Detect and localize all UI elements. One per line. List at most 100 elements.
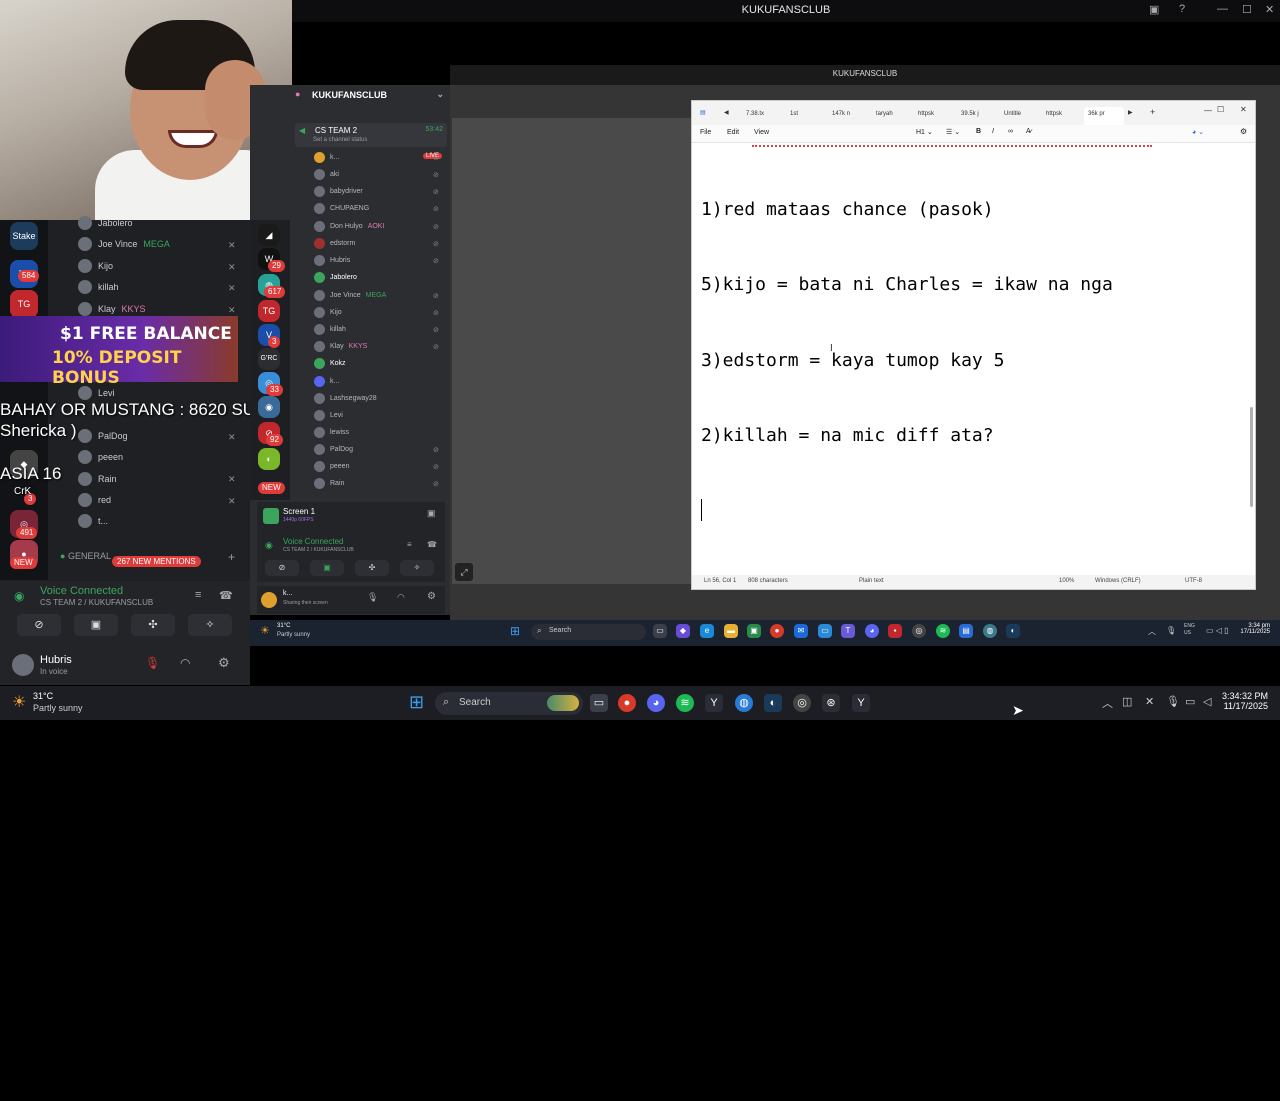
chrome-icon[interactable]: ● [618,694,636,712]
task-view-icon[interactable]: ▭ [653,624,667,638]
mail-icon[interactable]: ✉ [794,624,808,638]
app-icon[interactable]: ◍ [735,694,753,712]
avatar[interactable] [261,592,277,608]
tray-icon[interactable]: ◫ [1122,695,1132,708]
scrollbar-thumb[interactable] [1250,407,1253,507]
member-row[interactable]: killah [78,278,119,296]
copilot-icon[interactable]: ◕ ⌄ [1192,128,1204,136]
server-header[interactable]: ● KUKUFANSCLUB ⌄ [292,85,450,107]
task-view-icon[interactable]: ▭ [590,694,608,712]
notepad-tab[interactable]: 7.38.tx [746,111,764,117]
soundboard-button[interactable]: ✧ [188,614,232,636]
network-icon[interactable]: ▭ ◁ ▯ [1206,626,1229,635]
gear-icon[interactable]: ⚙ [218,655,230,671]
member-row[interactable]: Hubris [314,253,350,267]
voice-channel[interactable]: CS TEAM 2 / KUKUFANSCLUB [40,598,153,607]
notepad-icon[interactable]: ▤ [959,624,973,638]
tab-scroll-left-icon[interactable]: ◀ [724,109,729,116]
search-box[interactable]: ⌕ Search [531,624,646,640]
server-icon[interactable]: ◉ [258,396,280,418]
member-row[interactable]: Don Hulyo AOKI [314,219,384,233]
server-stake[interactable]: Stake [10,222,38,250]
close-button[interactable]: ✕ [1265,3,1274,16]
app-icon[interactable]: ◆ [676,624,690,638]
member-row[interactable]: Joe Vince MEGA [314,288,386,302]
steam-icon[interactable]: ◐ [1006,624,1020,638]
member-row[interactable]: CHUPAENG [314,201,369,215]
app-icon[interactable]: Y [852,694,870,712]
heading-dropdown[interactable]: H1 ⌄ [916,128,933,136]
member-row[interactable]: Rain [78,470,117,488]
app-icon[interactable]: ▭ [818,624,832,638]
maximize-button[interactable]: ☐ [1217,105,1224,114]
spotify-icon[interactable]: ≋ [936,624,950,638]
member-row[interactable]: PalDog [78,427,128,445]
notepad-tab-active[interactable]: 36k pr [1084,107,1124,125]
disconnect-icon[interactable]: ☎ [427,540,437,549]
notepad-tab[interactable]: 1st [790,111,798,117]
close-button[interactable]: ✕ [1240,105,1247,114]
windows-start-icon[interactable]: ⊞ [510,624,520,638]
new-mentions-pill[interactable]: 267 NEW MENTIONS [112,556,201,567]
help-icon[interactable]: ? [1179,3,1185,15]
tray-chevron-icon[interactable]: ︿ [1102,695,1113,711]
clear-format-icon[interactable]: A̷ [1026,128,1031,135]
bold-icon[interactable]: B [976,128,981,135]
member-row[interactable]: aki [314,167,339,181]
server-icon[interactable]: G'RC [258,348,280,370]
gear-icon[interactable]: ⚙ [427,591,436,602]
mic-icon[interactable]: 🎙 [1166,626,1176,635]
promo-banner[interactable]: $1 FREE BALANCE 10% DEPOSIT BONUS [0,316,238,388]
member-row[interactable]: Joe Vince MEGA [78,235,170,253]
member-row[interactable]: peeen [78,448,123,466]
activities-button[interactable]: ✣ [355,560,389,576]
member-row[interactable]: t... [78,512,108,530]
minimize-button[interactable]: — [1204,106,1212,115]
clock[interactable]: 3:34 pm 17/11/2025 [1240,623,1270,635]
app-icon[interactable]: ◎ [793,694,811,712]
member-row[interactable]: Jabolero [314,270,357,284]
menu-view[interactable]: View [754,129,769,136]
minimize-button[interactable]: — [1217,3,1228,15]
mic-icon[interactable]: 🎙 [1166,695,1180,708]
search-box[interactable]: ⌕ Search [435,692,583,715]
screen-share-button[interactable]: ▣ [74,614,118,636]
steam-icon[interactable]: ◐ [764,694,782,712]
windows-start-icon[interactable]: ⊞ [409,692,424,713]
picture-in-picture-icon[interactable]: ▣ [1149,3,1159,16]
notepad-tab[interactable]: taryah [876,111,893,117]
stop-stream-icon[interactable]: ▣ [427,508,436,519]
headphones-icon[interactable]: ◠ [397,592,405,603]
mic-muted-icon[interactable]: 🎙 [145,656,160,670]
member-row[interactable]: lewiss [314,425,349,439]
member-row[interactable]: Klay KKYS [314,339,367,353]
member-row[interactable]: peeen [314,459,349,473]
folder-icon[interactable]: ▬ [724,624,738,638]
screen-share-button[interactable]: ▣ [310,560,344,576]
edge-icon[interactable]: e [700,624,714,638]
server-icon[interactable]: TG [10,290,38,318]
list-dropdown-icon[interactable]: ☰ ⌄ [946,128,960,136]
notepad-tab[interactable]: 147k n [832,111,850,117]
member-row[interactable]: Kijo [314,305,342,319]
tab-scroll-right-icon[interactable]: ▶ [1128,109,1133,116]
member-row[interactable]: Lashsegway28 [314,391,377,405]
popout-icon[interactable]: ⤢ [455,563,473,581]
link-icon[interactable]: ∞ [1008,128,1013,135]
notepad-tab[interactable]: httpsk [918,111,934,117]
member-row[interactable]: Kokz [314,356,346,370]
tray-chevron-icon[interactable]: ︿ [1148,626,1156,637]
channel-status[interactable]: Set a channel status [313,137,367,143]
add-icon[interactable]: + [228,550,235,564]
discord-icon[interactable]: ◕ [647,694,665,712]
notepad-tab[interactable]: 39.5k j [961,111,979,117]
menu-file[interactable]: File [700,129,711,136]
mic-icon[interactable]: 🎙 [367,592,378,603]
notepad-tab[interactable]: httpsk [1046,111,1062,117]
member-row[interactable]: Kijo [78,257,113,275]
activities-button[interactable]: ✣ [131,614,175,636]
soundboard-button[interactable]: ✧ [400,560,434,576]
app-icon[interactable]: ▪ [888,624,902,638]
voice-channel[interactable]: CS TEAM 2 / KUKUFANSCLUB [283,547,354,553]
disconnect-icon[interactable]: ☎ [219,589,233,602]
